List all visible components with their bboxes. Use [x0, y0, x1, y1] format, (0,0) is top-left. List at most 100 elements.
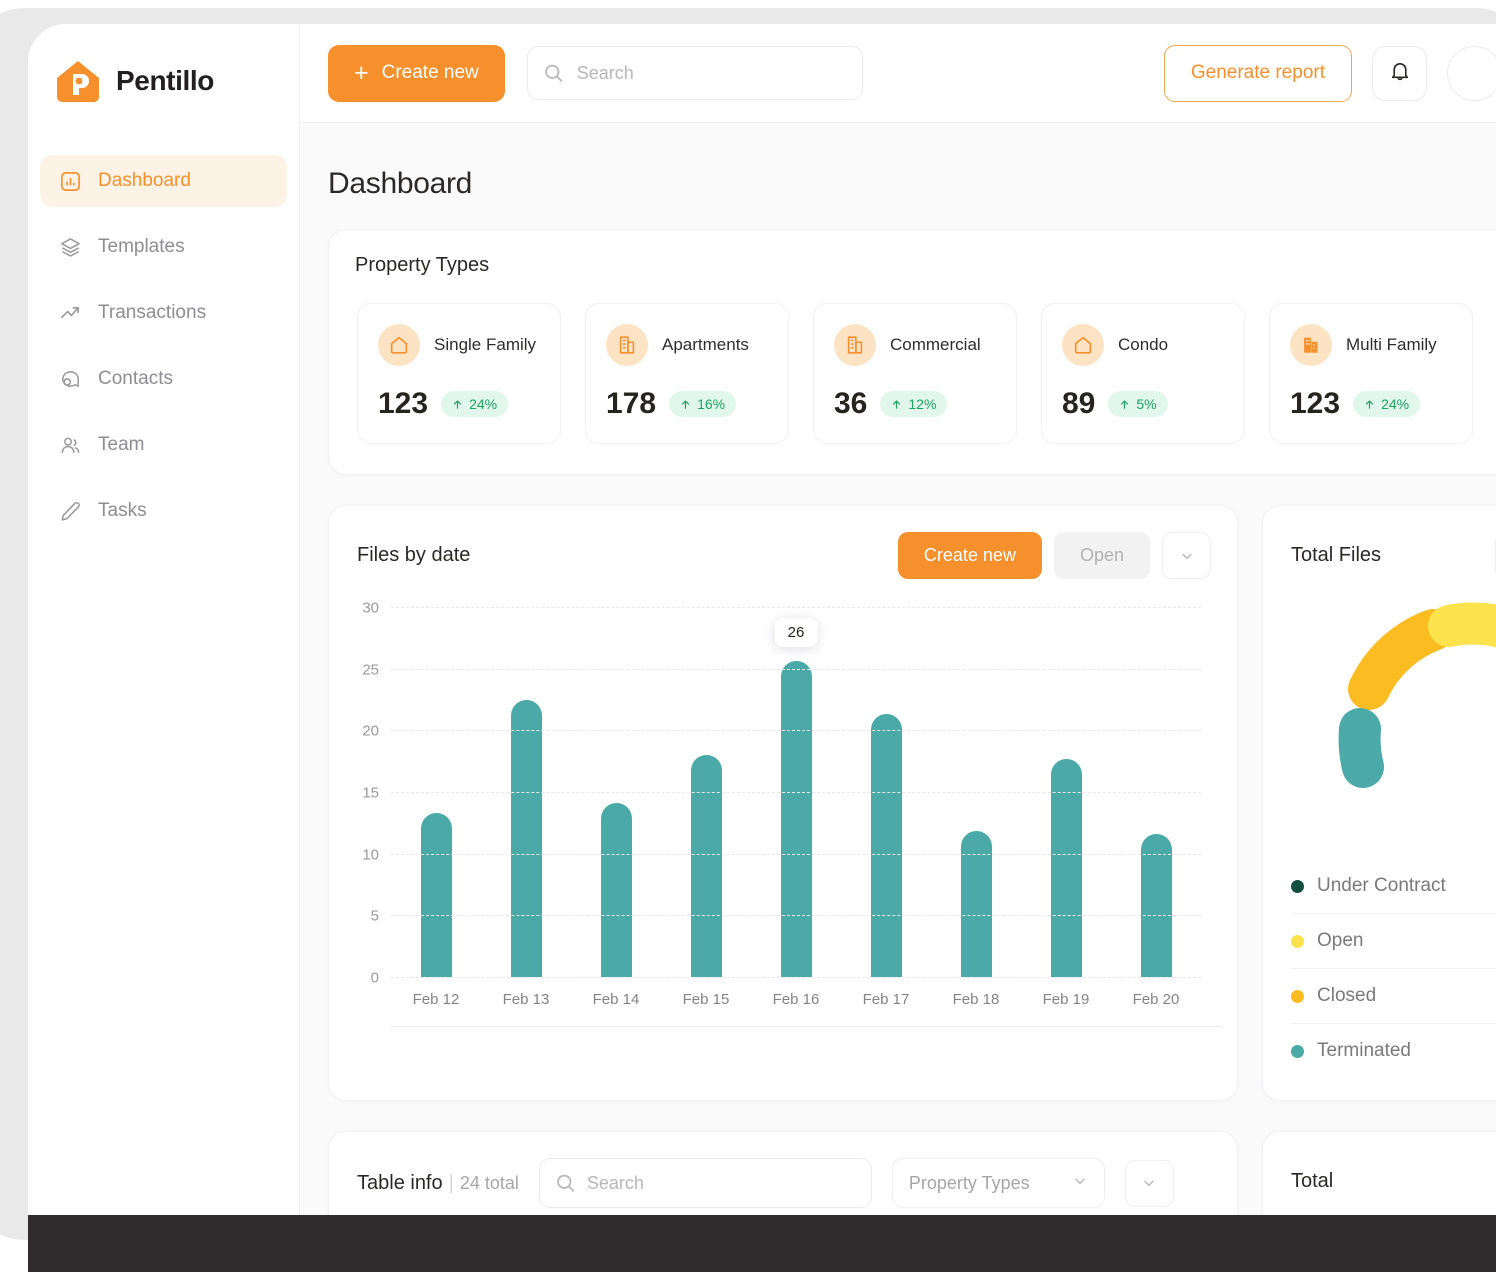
donut-value: 14 [1472, 685, 1496, 737]
chart-create-new-button[interactable]: Create new [897, 532, 1042, 579]
legend-dot-icon [1291, 1044, 1304, 1058]
y-axis-tick: 15 [362, 784, 379, 802]
gridline: 0 [371, 970, 1201, 987]
sidebar-item-tasks[interactable]: Tasks [40, 485, 287, 537]
create-new-label: Create new [381, 62, 479, 83]
arrow-up-icon [893, 399, 901, 409]
bell-icon [1388, 59, 1412, 88]
donut-arc-open [1428, 602, 1496, 648]
table-header: Table info | 24 total Search Property Ty… [329, 1158, 1237, 1208]
donut-chart-svg [1338, 602, 1496, 788]
pencil-icon [58, 499, 82, 523]
notifications-button[interactable] [1372, 45, 1427, 101]
chevron-down-icon [1181, 553, 1192, 559]
sidebar-item-contacts[interactable]: Contacts [40, 353, 287, 405]
legend-item[interactable]: Terminated [1291, 1024, 1496, 1078]
property-tile-stats: 123 24% [378, 387, 540, 421]
x-axis-tick: Feb 18 [952, 991, 1000, 1008]
sidebar-item-label: Transactions [98, 302, 207, 323]
sidebar-item-templates[interactable]: Templates [40, 221, 287, 273]
legend-item[interactable]: Closed [1291, 969, 1496, 1024]
property-tile-delta-badge: 12% [880, 391, 948, 417]
total-card: Total Total $500k [1262, 1131, 1496, 1216]
legend-item[interactable]: Open [1291, 914, 1496, 969]
property-tile-label: Multi Family [1346, 335, 1437, 354]
brand-name: Pentillo [116, 65, 214, 96]
bottom-bar [28, 1215, 1496, 1272]
bar[interactable] [690, 755, 722, 977]
x-axis-line [391, 1026, 1221, 1027]
property-tile-delta: 16% [697, 396, 726, 412]
app-page: Pentillo Dashboard Templates Transaction… [0, 0, 1496, 1272]
table-property-types-select[interactable]: Property Types [891, 1158, 1105, 1208]
chart-more-button[interactable] [1162, 532, 1211, 579]
chart-open-button[interactable]: Open [1053, 532, 1150, 579]
table-search-input[interactable] [538, 1158, 872, 1208]
brand[interactable]: Pentillo [28, 24, 299, 105]
property-tile-header: Multi Family [1290, 324, 1452, 366]
legend-label: Terminated [1317, 1040, 1411, 1061]
plus-icon: + [354, 58, 369, 87]
y-axis-tick: 10 [362, 846, 379, 864]
donut-sublabel: Ove [1472, 739, 1496, 760]
generate-report-button[interactable]: Generate report [1163, 44, 1352, 102]
property-tile[interactable]: Multi Family 123 24% [1269, 303, 1473, 444]
contact-icon [58, 367, 82, 391]
table-more-button[interactable] [1124, 1159, 1174, 1207]
x-axis-tick: Feb 20 [1132, 991, 1180, 1008]
create-new-button[interactable]: + Create new [328, 44, 505, 102]
building-icon [834, 324, 876, 366]
dashboard-content: Property Types Property Types [300, 201, 1496, 1216]
trend-up-icon [58, 301, 82, 325]
y-axis-tick: 0 [370, 969, 379, 987]
avatar[interactable] [1447, 45, 1496, 101]
topbar-actions: Generate report [1163, 44, 1496, 102]
x-axis-tick: Feb 12 [412, 991, 460, 1008]
chart-bar-icon [58, 169, 82, 193]
arrow-up-icon [1121, 399, 1129, 409]
plot-area: 26 30 25 20 15 10 5 0 [362, 600, 1201, 987]
gridline: 15 [362, 785, 1201, 802]
bar[interactable] [600, 803, 632, 977]
page-title: Dashboard [328, 167, 473, 200]
property-tile-stats: 178 16% [606, 387, 768, 421]
property-tile-delta: 5% [1136, 396, 1157, 412]
x-axis-tick: Feb 16 [772, 991, 820, 1008]
property-tile-delta-badge: 16% [669, 391, 737, 417]
bar[interactable] [510, 699, 542, 977]
property-tile-value: 178 [606, 387, 657, 420]
app-shell: Pentillo Dashboard Templates Transaction… [28, 24, 1496, 1216]
property-tile[interactable]: Condo 89 5% [1041, 303, 1245, 444]
total-files-card: Total Files Filter [1262, 505, 1496, 1101]
bar[interactable] [870, 714, 902, 977]
property-tile[interactable]: Apartments 178 16% [585, 303, 789, 444]
x-axis-tick: Feb 19 [1042, 991, 1090, 1008]
table-search[interactable] [538, 1158, 872, 1208]
y-axis-tick: 5 [370, 907, 379, 925]
property-tile-label: Single Family [434, 335, 537, 354]
global-search[interactable] [526, 46, 863, 100]
search-input[interactable] [526, 46, 863, 100]
sidebar-item-team[interactable]: Team [40, 419, 287, 471]
legend-label: Closed [1317, 985, 1377, 1006]
total-files-donut: 14 Ove [1263, 589, 1496, 859]
buildings-icon [1290, 324, 1332, 366]
sidebar-item-transactions[interactable]: Transactions [40, 287, 287, 339]
sidebar-item-label: Team [98, 434, 145, 455]
total-files-title: Total Files [1291, 544, 1382, 566]
topbar: + Create new Generate report [300, 24, 1496, 123]
legend-label: Under Contract [1317, 875, 1446, 896]
y-axis-tick: 25 [362, 661, 379, 679]
property-tile-delta-badge: 24% [441, 391, 509, 417]
bar[interactable] [420, 812, 452, 977]
total-files-header: Total Files Filter [1263, 532, 1496, 579]
chevron-down-icon [1144, 1180, 1155, 1186]
sidebar-item-dashboard[interactable]: Dashboard [40, 155, 287, 207]
property-tile[interactable]: Commercial 36 12% [813, 303, 1017, 444]
bar[interactable] [1140, 833, 1172, 977]
sidebar-item-label: Contacts [98, 368, 173, 389]
property-tile[interactable]: Single Family 123 24% [357, 303, 561, 444]
property-types-grid: Single Family 123 24% Apartments 178 16%… [329, 277, 1496, 444]
legend-item[interactable]: Under Contract [1291, 859, 1496, 914]
bar[interactable] [780, 661, 812, 977]
